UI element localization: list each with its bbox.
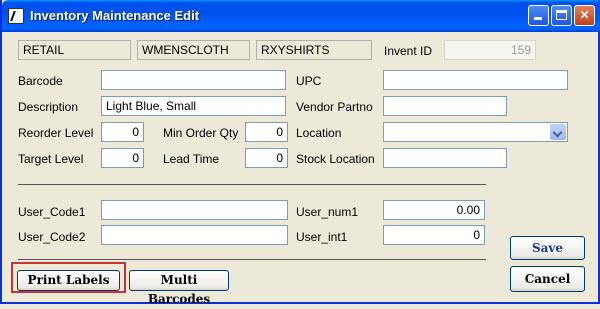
invent-id-label: Invent ID [384,44,433,58]
reorder-level-label: Reorder Level [18,126,94,140]
divider-top [18,184,486,185]
inventory-edit-window: Inventory Maintenance Edit ✕ RETAIL WMEN… [0,0,600,306]
user-code2-label: User_Code2 [18,230,86,244]
min-order-qty-label: Min Order Qty [163,126,239,140]
pencil-doc-icon [8,8,24,24]
multi-barcodes-button[interactable]: Multi Barcodes [129,270,229,306]
description-label: Description [18,100,79,114]
lead-time-label: Lead Time [163,152,220,166]
close-button[interactable]: ✕ [574,5,595,26]
user-int1-label: User_int1 [296,230,348,244]
minimize-button[interactable] [528,5,549,26]
department-field: RETAIL [18,40,131,60]
reorder-level-input[interactable]: 0 [101,122,144,142]
min-order-qty-input[interactable]: 0 [245,122,288,142]
vendor-partno-label: Vendor Partno [296,100,373,114]
upc-input[interactable] [383,70,568,90]
stock-location-label: Stock Location [296,152,375,166]
location-label: Location [296,126,342,140]
cancel-button[interactable]: Cancel [510,266,585,292]
title-bar[interactable]: Inventory Maintenance Edit ✕ [2,0,600,32]
target-level-input[interactable]: 0 [101,148,144,168]
user-num1-label: User_num1 [296,205,359,219]
divider-bottom [18,259,486,260]
chevron-down-icon[interactable] [550,124,566,140]
print-labels-button[interactable]: Print Labels [17,270,120,291]
barcode-label: Barcode [18,74,63,88]
save-button[interactable]: Save [510,236,585,260]
maximize-icon [556,10,567,20]
user-num1-input[interactable]: 0.00 [383,200,485,220]
vendor-partno-input[interactable] [383,96,507,116]
location-select[interactable] [383,122,568,142]
user-code1-input[interactable] [101,200,288,220]
user-code2-input[interactable] [101,225,288,245]
user-int1-input[interactable]: 0 [383,225,485,245]
upc-label: UPC [296,74,322,88]
target-level-label: Target Level [18,152,84,166]
category-field: WMENSCLOTH [137,40,250,60]
close-icon: ✕ [579,8,590,22]
stock-location-input[interactable] [383,148,507,168]
maximize-button[interactable] [551,5,572,26]
window-title: Inventory Maintenance Edit [30,8,200,23]
subcategory-field: RXYSHIRTS [256,40,372,60]
minimize-icon [534,17,542,20]
barcode-input[interactable] [101,70,286,90]
invent-id-field: 159 [444,40,536,60]
lead-time-input[interactable]: 0 [245,148,288,168]
description-input[interactable]: Light Blue, Small [101,96,286,116]
user-code1-label: User_Code1 [18,205,86,219]
